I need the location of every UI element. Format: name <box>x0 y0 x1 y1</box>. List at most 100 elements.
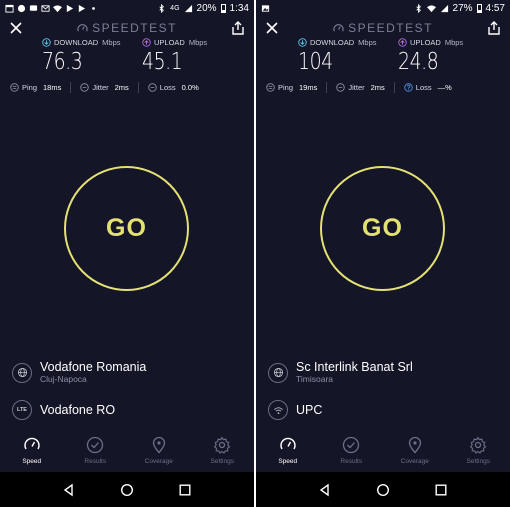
question-icon[interactable] <box>404 82 413 92</box>
gear-icon <box>469 436 487 454</box>
isp-location: Timisoara <box>296 374 333 384</box>
isp-name: Vodafone Romania <box>40 360 147 374</box>
app-header: SPEEDTEST <box>0 17 254 39</box>
share-button[interactable] <box>230 20 246 36</box>
close-button[interactable] <box>8 20 24 36</box>
loss-value: —% <box>437 82 452 92</box>
tab-results[interactable]: Results <box>320 436 384 472</box>
divider <box>326 81 328 93</box>
play-store-icon <box>77 4 86 13</box>
network-name: UPC <box>296 403 323 417</box>
notification-icons <box>5 4 98 13</box>
recents-icon[interactable] <box>178 483 192 497</box>
jitter-stat: Jitter 2ms <box>80 82 129 92</box>
go-label: GO <box>362 214 403 242</box>
tab-speed[interactable]: Speed <box>0 436 64 472</box>
tab-settings[interactable]: Settings <box>191 436 255 472</box>
upload-metric: UPLOAD Mbps 24.8 <box>398 38 463 75</box>
phone-screen-left: 4G 20% 1:34 SPEEDTEST DOWNLOAD Mbps 76.3 <box>0 0 254 507</box>
gear-icon <box>213 436 231 454</box>
speed-metrics: DOWNLOAD Mbps 104 UPLOAD Mbps 24.8 <box>256 38 510 80</box>
loss-value: 0.0% <box>181 82 199 92</box>
go-button[interactable]: GO <box>64 166 189 291</box>
ping-label: Ping <box>22 82 38 92</box>
tab-settings[interactable]: Settings <box>447 436 510 472</box>
tab-speed[interactable]: Speed <box>256 436 320 472</box>
close-button[interactable] <box>264 20 280 36</box>
ping-icon <box>10 82 19 92</box>
play-store-icon <box>65 4 74 13</box>
download-arrow-icon <box>42 38 51 47</box>
tab-speed-label: Speed <box>22 458 42 465</box>
ping-icon <box>266 82 275 92</box>
go-label: GO <box>106 214 147 242</box>
loss-icon <box>148 82 157 92</box>
download-label: DOWNLOAD <box>54 38 99 47</box>
share-button[interactable] <box>486 20 502 36</box>
close-icon <box>10 22 22 34</box>
ping-stat: Ping 19ms <box>266 83 317 92</box>
android-nav-bar <box>0 472 254 507</box>
ping-stat: Ping 18ms <box>10 83 61 92</box>
jitter-icon <box>80 82 90 92</box>
lte-icon: LTE <box>12 400 32 420</box>
speedometer-icon <box>24 437 40 450</box>
loss-label: Loss <box>159 82 176 92</box>
wifi-icon <box>426 4 436 13</box>
tab-results-label: Results <box>84 458 107 465</box>
latency-row: Ping 18ms Jitter 2ms Loss 0.0% <box>10 80 244 94</box>
recents-icon[interactable] <box>434 483 448 497</box>
status-right: 4G 20% 1:34 <box>157 3 249 14</box>
status-bar: 27% 4:57 <box>256 0 510 17</box>
status-bar: 4G 20% 1:34 <box>0 0 254 17</box>
tab-coverage[interactable]: Coverage <box>127 436 191 472</box>
clock: 4:57 <box>485 3 505 14</box>
tab-results[interactable]: Results <box>64 436 128 472</box>
message-icon <box>29 4 38 13</box>
jitter-value: 2ms <box>370 82 385 92</box>
home-icon[interactable] <box>120 483 134 497</box>
home-icon[interactable] <box>376 483 390 497</box>
isp-location: Cluj-Napoca <box>40 374 87 384</box>
tab-speed-label: Speed <box>278 458 298 465</box>
upload-value: 45.1 <box>142 49 183 75</box>
isp-name: Sc Interlink Banat Srl <box>296 360 413 374</box>
latency-row: Ping 19ms Jitter 2ms Loss —% <box>266 80 500 94</box>
battery-icon <box>476 4 482 13</box>
email-icon <box>41 4 50 13</box>
download-metric: DOWNLOAD Mbps 104 <box>298 38 377 75</box>
globe-icon <box>12 362 32 383</box>
network-row[interactable]: UPC <box>268 400 498 420</box>
back-icon[interactable] <box>62 483 76 497</box>
speedometer-icon <box>333 23 344 31</box>
bottom-nav: Speed Results Coverage Settings <box>0 436 254 472</box>
bluetooth-icon <box>414 4 423 13</box>
notification-icons <box>261 4 270 13</box>
android-nav-bar <box>256 472 510 507</box>
network-row[interactable]: LTE Vodafone RO <box>12 400 242 420</box>
go-button[interactable]: GO <box>320 166 445 291</box>
divider <box>393 81 395 93</box>
status-right: 27% 4:57 <box>414 3 505 14</box>
network-type: 4G <box>170 5 180 12</box>
checkmark-circle-icon <box>87 436 104 454</box>
speedtest-logo: SPEEDTEST <box>77 21 177 35</box>
back-icon[interactable] <box>318 483 332 497</box>
ping-label: Ping <box>278 82 294 92</box>
isp-row[interactable]: Vodafone Romania Cluj-Napoca <box>12 360 242 385</box>
tab-settings-label: Settings <box>466 458 491 465</box>
globe-icon <box>268 362 288 383</box>
divider <box>137 81 139 93</box>
logo-text: SPEEDTEST <box>92 21 177 35</box>
jitter-stat: Jitter 2ms <box>336 82 385 92</box>
calendar-icon <box>5 4 14 13</box>
download-metric: DOWNLOAD Mbps 76.3 <box>42 38 121 75</box>
speedometer-icon <box>77 23 88 31</box>
upload-label: UPLOAD <box>154 38 185 47</box>
isp-row[interactable]: Sc Interlink Banat Srl Timisoara <box>268 360 498 385</box>
tab-coverage[interactable]: Coverage <box>383 436 447 472</box>
speedometer-icon <box>280 437 296 450</box>
record-icon <box>17 4 26 13</box>
upload-unit: Mbps <box>444 38 464 47</box>
network-name: Vodafone RO <box>40 403 116 417</box>
